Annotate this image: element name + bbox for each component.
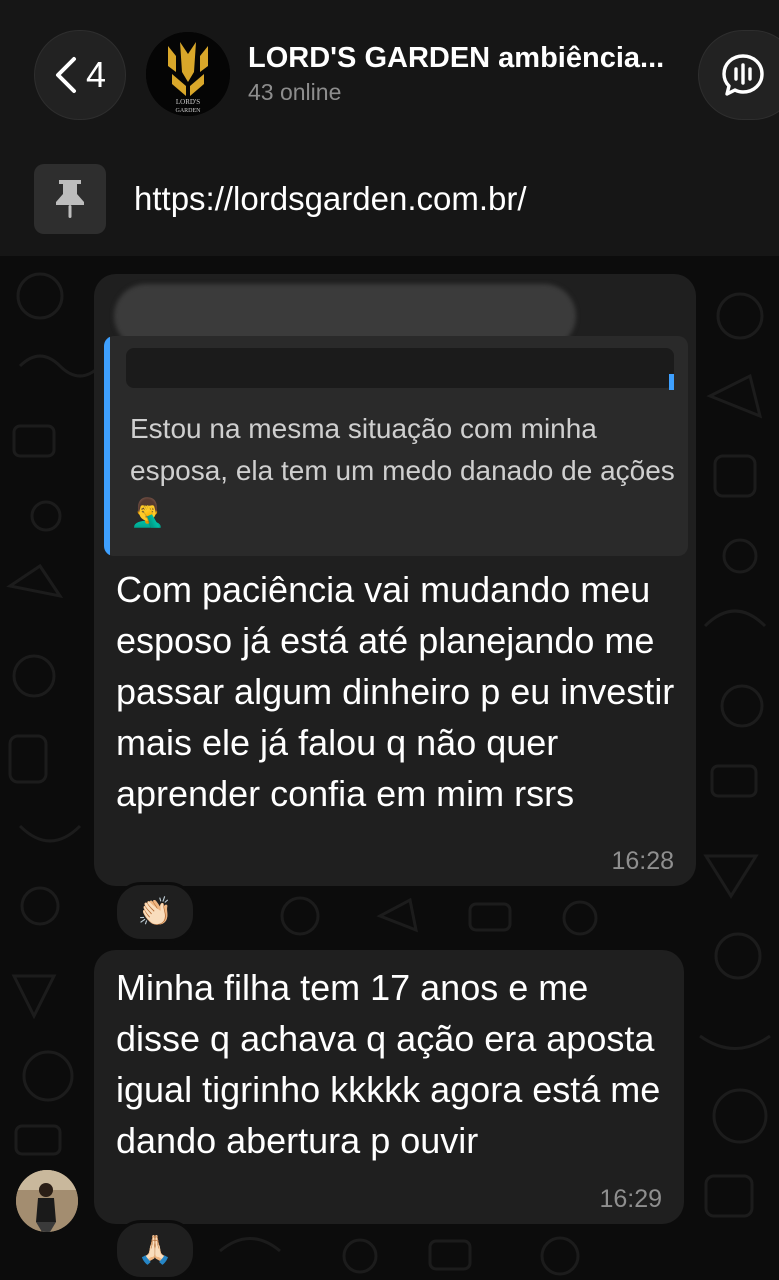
- message-text: Minha filha tem 17 anos e me disse q ach…: [116, 967, 661, 1161]
- chevron-left-icon: [55, 57, 76, 93]
- voice-chat-button[interactable]: [698, 30, 779, 120]
- reaction-pray[interactable]: 🙏🏻: [114, 1220, 196, 1280]
- unread-count: 4: [85, 54, 107, 95]
- quote-author-mark: [669, 374, 674, 390]
- user-photo: [16, 1170, 78, 1232]
- message-time: 16:29: [599, 1185, 662, 1213]
- chat-header: 4 LORD'S GARDEN LORD'S GARDEN ambiência.…: [0, 0, 779, 256]
- quoted-text: Estou na mesma situação com minha esposa…: [130, 413, 675, 528]
- back-button[interactable]: 4: [34, 30, 126, 120]
- redacted-quote-author: [126, 348, 674, 388]
- sender-avatar[interactable]: [16, 1170, 78, 1232]
- logo-word-2: GARDEN: [176, 108, 202, 114]
- voice-chat-icon: [722, 54, 764, 96]
- pinned-message-text[interactable]: https://lordsgarden.com.br/: [134, 180, 527, 218]
- pin-icon: [56, 180, 84, 218]
- pinned-message-button[interactable]: [34, 164, 106, 234]
- message-time: 16:28: [611, 847, 674, 875]
- message-bubble[interactable]: Minha filha tem 17 anos e me disse q ach…: [94, 950, 684, 1224]
- quote-accent-bar: [104, 336, 110, 556]
- reaction-clap[interactable]: 👏🏻: [114, 882, 196, 942]
- quoted-reply[interactable]: Estou na mesma situação com minha esposa…: [104, 336, 688, 556]
- group-avatar[interactable]: LORD'S GARDEN: [146, 32, 230, 116]
- logo-word-1: LORD'S: [176, 98, 200, 106]
- chat-area[interactable]: Estou na mesma situação com minha esposa…: [0, 256, 779, 1280]
- message-text: Com paciência vai mudando meu esposo já …: [116, 569, 675, 814]
- message-bubble[interactable]: Estou na mesma situação com minha esposa…: [94, 274, 696, 886]
- lords-garden-logo: LORD'S GARDEN: [146, 32, 230, 116]
- group-name[interactable]: LORD'S GARDEN ambiência...: [248, 42, 678, 75]
- online-status: 43 online: [248, 79, 342, 105]
